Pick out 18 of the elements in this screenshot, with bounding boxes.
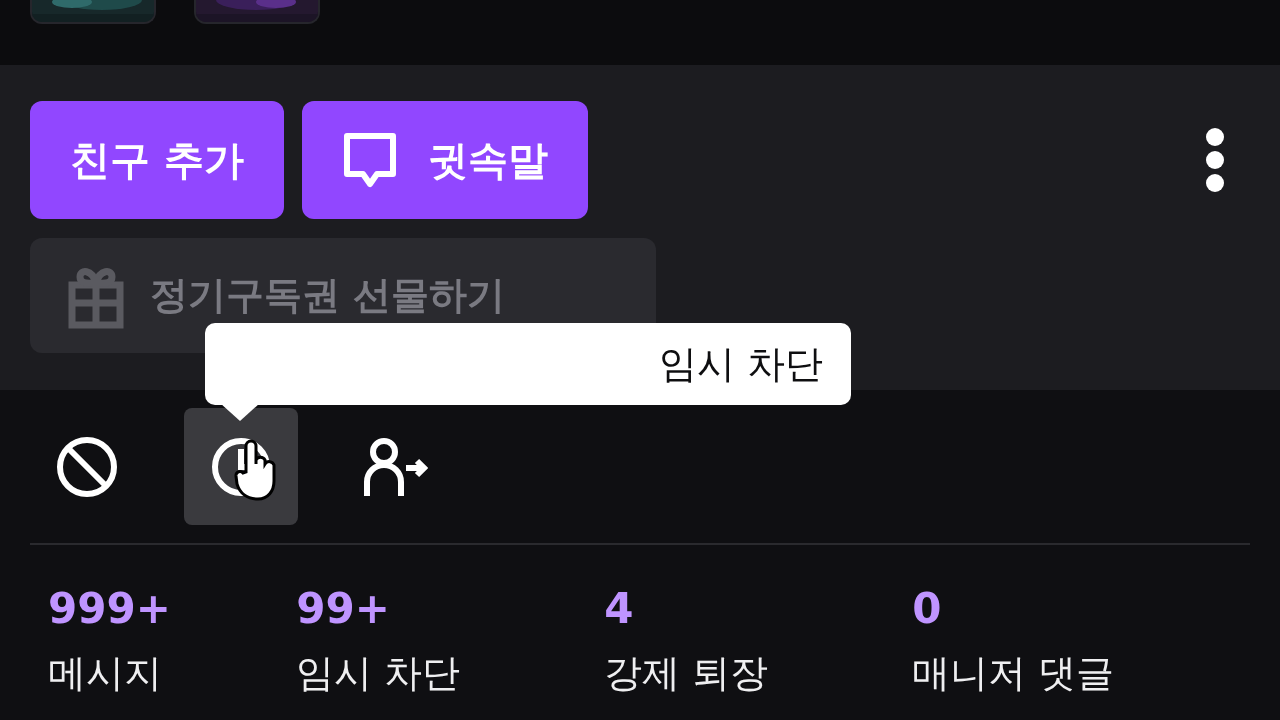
- chat-icon: [341, 131, 398, 189]
- timeout-button[interactable]: [184, 408, 298, 525]
- tooltip-pointer: [220, 403, 260, 421]
- stat-count: 0: [912, 585, 943, 633]
- stat-count: 4: [604, 585, 635, 633]
- stat-label: 매니저 댓글: [912, 650, 1116, 697]
- user-arrow-icon: [362, 435, 428, 498]
- whisper-button[interactable]: 귓속말: [301, 101, 588, 219]
- stat-count: 999+: [48, 585, 172, 633]
- add-friend-button[interactable]: 친구 추가: [30, 101, 284, 219]
- stat-label: 강제 퇴장: [604, 650, 770, 697]
- ban-icon: [55, 434, 119, 499]
- stat-label: 임시 차단: [296, 650, 462, 697]
- stat-count: 99+: [296, 585, 391, 633]
- stat-label: 메시지: [48, 650, 163, 697]
- more-icon: [1204, 127, 1226, 193]
- tooltip: 임시 차단: [205, 323, 851, 405]
- pointer-cursor-icon: [234, 438, 278, 502]
